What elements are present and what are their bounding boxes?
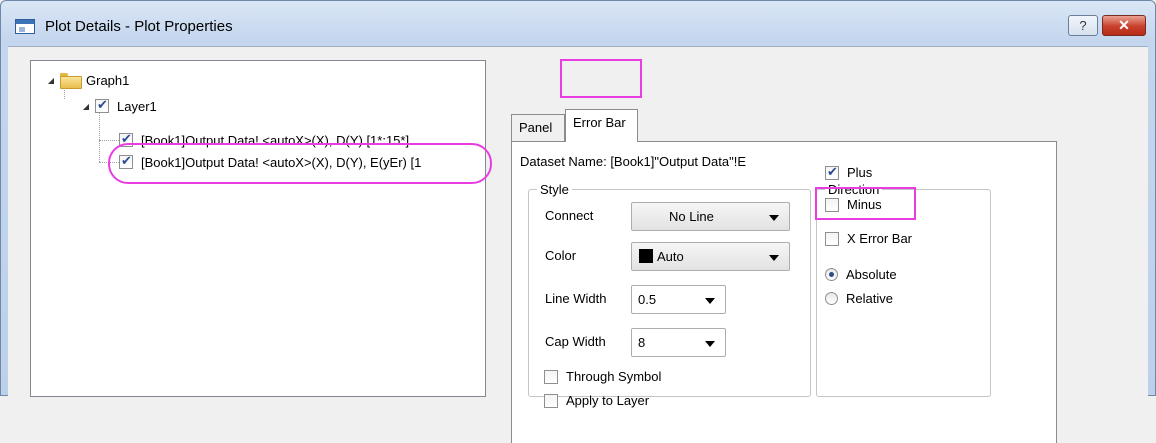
chevron-down-icon <box>769 255 779 261</box>
connect-label: Connect <box>545 208 594 223</box>
cap-width-value: 8 <box>638 335 646 350</box>
help-button[interactable]: ? <box>1068 15 1098 36</box>
dialog-client-area: ◢ Graph1 ◢ Layer1 [Book1]Output Data! <a… <box>8 46 1148 443</box>
plus-checkbox[interactable] <box>825 164 839 180</box>
tree-node-layer1[interactable]: ◢ Layer1 <box>80 95 157 117</box>
plus-label: Plus <box>847 165 873 180</box>
x-error-bar-label: X Error Bar <box>847 231 913 246</box>
line-width-label: Line Width <box>545 291 607 306</box>
cap-width-combo[interactable]: 8 <box>631 328 726 357</box>
dataset-name: Dataset Name: [Book1]"Output Data"!E <box>520 154 747 169</box>
relative-label: Relative <box>846 291 893 306</box>
chevron-down-icon <box>705 298 715 304</box>
relative-option[interactable]: Relative <box>825 291 893 306</box>
absolute-label: Absolute <box>846 267 897 282</box>
line-width-value: 0.5 <box>638 292 657 307</box>
color-dropdown[interactable]: Auto <box>631 242 790 271</box>
apply-to-layer-option[interactable]: Apply to Layer <box>544 393 649 408</box>
close-button[interactable]: ✕ <box>1102 15 1146 36</box>
folder-icon <box>60 73 82 89</box>
chevron-down-icon <box>705 341 715 347</box>
apply-to-layer-label: Apply to Layer <box>566 393 650 408</box>
relative-radio[interactable] <box>825 292 838 305</box>
tab-error-bar[interactable]: Error Bar <box>565 109 638 142</box>
color-label: Color <box>545 248 577 263</box>
x-error-bar-option[interactable]: X Error Bar <box>825 231 912 246</box>
collapse-icon[interactable]: ◢ <box>45 76 57 85</box>
window-icon <box>15 19 35 34</box>
tree-node-label: Graph1 <box>86 72 130 88</box>
collapse-icon[interactable]: ◢ <box>80 102 92 111</box>
highlight-error-bar-tab-annotation <box>560 59 642 98</box>
x-error-bar-checkbox[interactable] <box>825 231 839 246</box>
tree-node-graph1[interactable]: ◢ Graph1 <box>45 69 129 91</box>
window-title: Plot Details - Plot Properties <box>45 18 233 35</box>
through-symbol-label: Through Symbol <box>566 369 662 384</box>
highlight-plot-annotation <box>108 143 492 184</box>
absolute-radio[interactable] <box>825 268 838 281</box>
title-bar: Plot Details - Plot Properties ? ✕ <box>1 1 1155 47</box>
style-group-title: Style <box>537 182 572 197</box>
plus-option[interactable]: Plus <box>825 164 873 180</box>
line-width-combo[interactable]: 0.5 <box>631 285 726 314</box>
chevron-down-icon <box>769 215 779 221</box>
through-symbol-checkbox[interactable] <box>544 369 558 384</box>
color-swatch <box>639 249 653 263</box>
tree-node-label: Layer1 <box>117 98 157 114</box>
tab-panel[interactable]: Panel <box>511 114 565 141</box>
cap-width-label: Cap Width <box>545 334 606 349</box>
layer-checkbox[interactable] <box>95 97 109 113</box>
color-value: Auto <box>657 249 684 264</box>
connect-dropdown[interactable]: No Line <box>631 202 790 231</box>
through-symbol-option[interactable]: Through Symbol <box>544 369 661 384</box>
plot-tree[interactable]: ◢ Graph1 ◢ Layer1 [Book1]Output Data! <a… <box>30 60 486 397</box>
absolute-option[interactable]: Absolute <box>825 267 897 282</box>
connect-value: No Line <box>669 209 714 224</box>
highlight-minus-annotation <box>815 187 916 220</box>
